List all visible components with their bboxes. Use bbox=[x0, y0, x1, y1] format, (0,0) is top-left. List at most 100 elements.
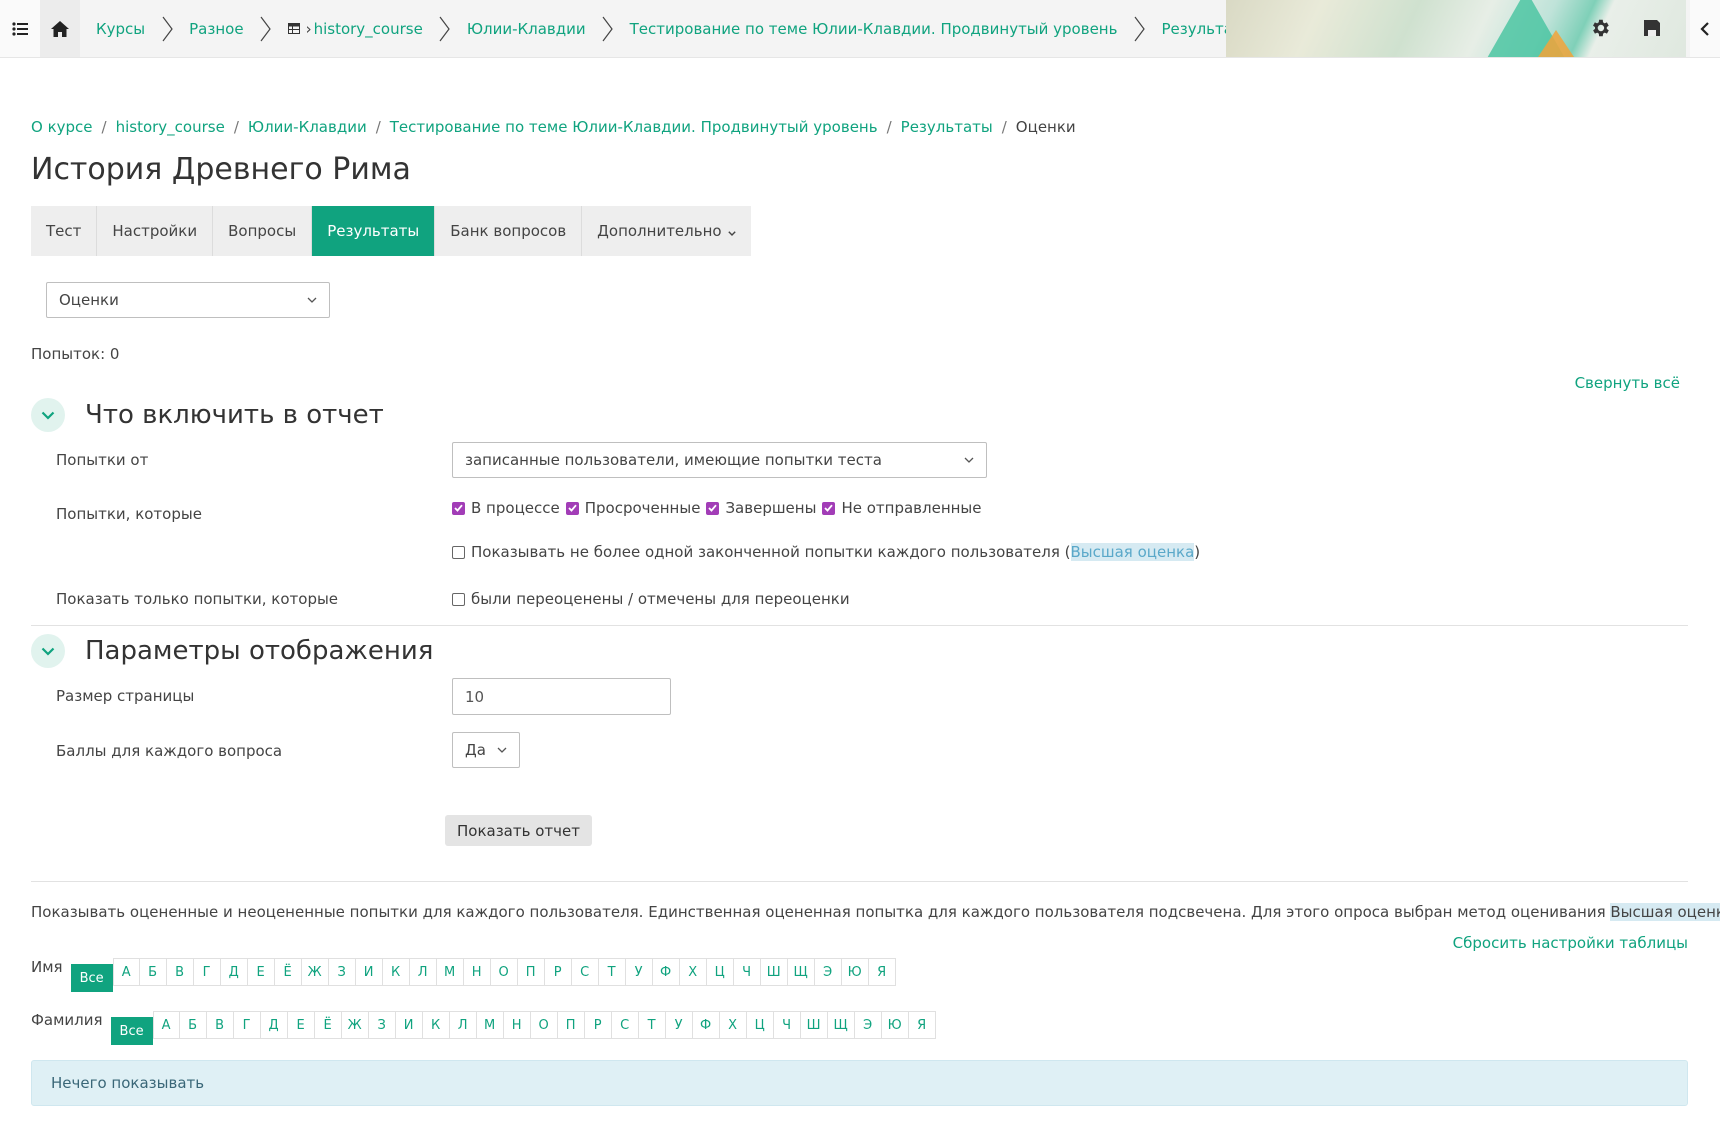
save-icon[interactable] bbox=[1640, 16, 1664, 40]
initial-letter[interactable]: Ё bbox=[314, 1011, 342, 1039]
highest-grade-link[interactable]: Высшая оценка bbox=[1070, 543, 1195, 561]
initial-letter[interactable]: Э bbox=[814, 958, 842, 986]
initial-letter[interactable]: И bbox=[355, 958, 383, 986]
initial-letter[interactable]: З bbox=[328, 958, 356, 986]
chevron-down-icon[interactable] bbox=[31, 634, 65, 668]
initial-letter[interactable]: Л bbox=[409, 958, 437, 986]
initial-letter[interactable]: Е bbox=[287, 1011, 315, 1039]
initial-letter[interactable]: Н bbox=[503, 1011, 531, 1039]
section-include-header[interactable]: Что включить в отчет bbox=[31, 398, 384, 432]
first-name-all-button[interactable]: Все bbox=[70, 964, 113, 992]
breadcrumb-item[interactable]: history_course bbox=[116, 118, 225, 136]
initial-letter[interactable]: Н bbox=[463, 958, 491, 986]
top-crumb-3[interactable]: › history_course bbox=[276, 20, 435, 38]
list-icon[interactable] bbox=[0, 0, 40, 57]
initial-letter[interactable]: Э bbox=[854, 1011, 882, 1039]
initial-letter[interactable]: Б bbox=[139, 958, 167, 986]
initial-letter[interactable]: М bbox=[476, 1011, 504, 1039]
initial-letter[interactable]: Л bbox=[449, 1011, 477, 1039]
initial-letter[interactable]: С bbox=[571, 958, 599, 986]
tab-4[interactable]: Результаты bbox=[312, 206, 436, 256]
initial-letter[interactable]: Ф bbox=[652, 958, 680, 986]
report-type-select[interactable]: Оценки bbox=[46, 282, 330, 318]
tab-2[interactable]: Настройки bbox=[97, 206, 214, 256]
divider bbox=[31, 881, 1688, 882]
tab-5[interactable]: Банк вопросов bbox=[435, 206, 583, 256]
initial-letter[interactable]: Ц bbox=[706, 958, 734, 986]
attempt-state-checkbox[interactable] bbox=[452, 501, 465, 515]
initial-letter[interactable]: Щ bbox=[787, 958, 815, 986]
initial-letter[interactable]: А bbox=[152, 1011, 180, 1039]
breadcrumb-item[interactable]: Результаты bbox=[901, 118, 993, 136]
show-report-button[interactable]: Показать отчет bbox=[445, 815, 592, 846]
chevron-left-icon[interactable] bbox=[1690, 0, 1720, 57]
collapse-all-link[interactable]: Свернуть всё bbox=[1575, 374, 1680, 392]
initial-letter[interactable]: И bbox=[395, 1011, 423, 1039]
initial-letter[interactable]: У bbox=[625, 958, 653, 986]
initial-letter[interactable]: Д bbox=[260, 1011, 288, 1039]
initial-letter[interactable]: Ё bbox=[274, 958, 302, 986]
initial-letter[interactable]: Ю bbox=[841, 958, 869, 986]
initial-letter[interactable]: Ш bbox=[760, 958, 788, 986]
initial-letter[interactable]: В bbox=[206, 1011, 234, 1039]
initial-letter[interactable]: О bbox=[490, 958, 518, 986]
initial-letter[interactable]: Ф bbox=[692, 1011, 720, 1039]
breadcrumb-item[interactable]: Тестирование по теме Юлии-Клавдии. Продв… bbox=[390, 118, 878, 136]
initial-letter[interactable]: Я bbox=[868, 958, 896, 986]
initial-letter[interactable]: З bbox=[368, 1011, 396, 1039]
tab-1[interactable]: Тест bbox=[31, 206, 98, 256]
page-size-input[interactable]: 10 bbox=[452, 678, 671, 715]
initial-letter[interactable]: Т bbox=[638, 1011, 666, 1039]
initial-letter[interactable]: М bbox=[436, 958, 464, 986]
initial-letter[interactable]: Ч bbox=[733, 958, 761, 986]
initial-letter[interactable]: Т bbox=[598, 958, 626, 986]
initial-letter[interactable]: Р bbox=[584, 1011, 612, 1039]
initial-letter[interactable]: Б bbox=[179, 1011, 207, 1039]
initial-letter[interactable]: Д bbox=[220, 958, 248, 986]
section-display-header[interactable]: Параметры отображения bbox=[31, 634, 433, 668]
initial-letter[interactable]: С bbox=[611, 1011, 639, 1039]
initial-letter[interactable]: Х bbox=[719, 1011, 747, 1039]
marks-per-question-select[interactable]: Да bbox=[452, 732, 520, 768]
initial-letter[interactable]: К bbox=[382, 958, 410, 986]
breadcrumb-item[interactable]: Юлии-Клавдии bbox=[248, 118, 367, 136]
attempt-state-checkbox[interactable] bbox=[822, 501, 836, 515]
only-one-attempt-checkbox[interactable] bbox=[452, 545, 465, 559]
initial-letter[interactable]: Ц bbox=[746, 1011, 774, 1039]
initial-letter[interactable]: Г bbox=[193, 958, 221, 986]
initial-letter[interactable]: Щ bbox=[827, 1011, 855, 1039]
last-name-all-button[interactable]: Все bbox=[110, 1017, 153, 1045]
initial-letter[interactable]: О bbox=[530, 1011, 558, 1039]
initial-letter[interactable]: П bbox=[517, 958, 545, 986]
top-crumb-5[interactable]: Тестирование по теме Юлии-Клавдии. Продв… bbox=[618, 20, 1130, 38]
top-crumb-4[interactable]: Юлии-Клавдии bbox=[455, 20, 598, 38]
initial-letter[interactable]: Е bbox=[247, 958, 275, 986]
reset-table-link[interactable]: Сбросить настройки таблицы bbox=[1453, 934, 1688, 952]
initial-letter[interactable]: А bbox=[112, 958, 140, 986]
initial-letter[interactable]: Ж bbox=[341, 1011, 369, 1039]
initial-letter[interactable]: Ж bbox=[301, 958, 329, 986]
home-icon[interactable] bbox=[40, 0, 80, 57]
chevron-down-icon[interactable] bbox=[31, 398, 65, 432]
breadcrumb-item[interactable]: О курсе bbox=[31, 118, 93, 136]
initial-letter[interactable]: К bbox=[422, 1011, 450, 1039]
initial-letter[interactable]: Х bbox=[679, 958, 707, 986]
initial-letter[interactable]: Г bbox=[233, 1011, 261, 1039]
initial-letter[interactable]: Р bbox=[544, 958, 572, 986]
top-crumb-1[interactable]: Курсы bbox=[84, 20, 157, 38]
initial-letter[interactable]: П bbox=[557, 1011, 585, 1039]
initial-letter[interactable]: У bbox=[665, 1011, 693, 1039]
attempt-state-checkbox[interactable] bbox=[706, 501, 720, 515]
initial-letter[interactable]: Я bbox=[908, 1011, 936, 1039]
tab-6[interactable]: Дополнительно bbox=[582, 206, 751, 256]
top-crumb-2[interactable]: Разное bbox=[177, 20, 255, 38]
tab-3[interactable]: Вопросы bbox=[213, 206, 313, 256]
initial-letter[interactable]: Ш bbox=[800, 1011, 828, 1039]
initial-letter[interactable]: В bbox=[166, 958, 194, 986]
attempts-from-select[interactable]: записанные пользователи, имеющие попытки… bbox=[452, 442, 987, 478]
gear-icon[interactable] bbox=[1588, 16, 1612, 40]
regraded-checkbox[interactable] bbox=[452, 592, 465, 606]
initial-letter[interactable]: Ч bbox=[773, 1011, 801, 1039]
attempt-state-checkbox[interactable] bbox=[565, 501, 579, 515]
initial-letter[interactable]: Ю bbox=[881, 1011, 909, 1039]
